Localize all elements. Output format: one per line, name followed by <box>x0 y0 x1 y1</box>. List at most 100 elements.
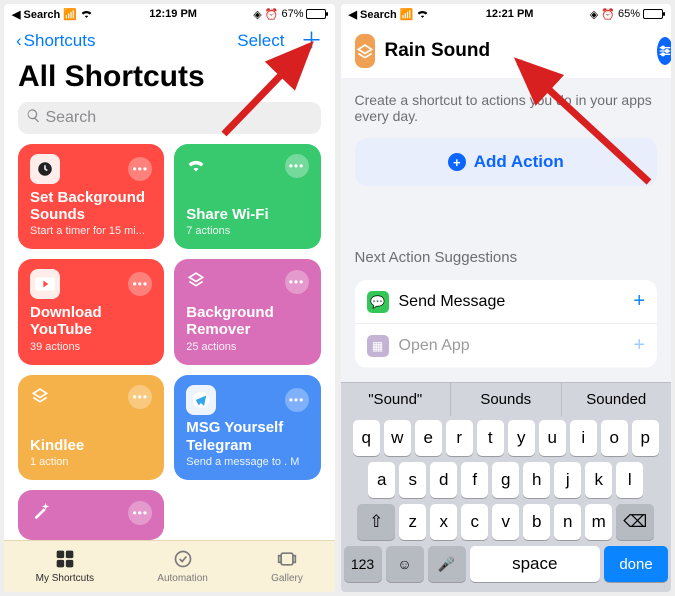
battery-icon <box>643 9 663 19</box>
add-action-label: Add Action <box>474 152 564 172</box>
key-a[interactable]: a <box>368 462 395 498</box>
grid-icon <box>55 549 75 572</box>
key-s[interactable]: s <box>399 462 426 498</box>
suggestions-title: Next Action Suggestions <box>355 249 658 266</box>
tab-label: Gallery <box>271 573 303 584</box>
shortcut-card[interactable]: ••• Share Wi-Fi 7 actions <box>174 144 320 249</box>
tab-my-shortcuts[interactable]: My Shortcuts <box>36 549 94 584</box>
key-o[interactable]: o <box>601 420 628 456</box>
key-b[interactable]: b <box>523 504 550 540</box>
more-icon[interactable]: ••• <box>285 270 309 294</box>
search-input[interactable]: Search <box>18 102 321 134</box>
tab-automation[interactable]: Automation <box>157 549 208 584</box>
key-f[interactable]: f <box>461 462 488 498</box>
add-suggestion-button[interactable]: + <box>633 334 645 357</box>
prediction-item[interactable]: Sounds <box>451 383 562 416</box>
wifi-icon <box>416 8 429 21</box>
key-t[interactable]: t <box>477 420 504 456</box>
key-j[interactable]: j <box>554 462 581 498</box>
shortcut-card[interactable]: ••• MSG Yourself Telegram Send a message… <box>174 375 320 480</box>
shortcut-card[interactable]: ••• Set Background Sounds Start a timer … <box>18 144 164 249</box>
prediction-item[interactable]: "Sound" <box>341 383 452 416</box>
layers-icon <box>30 385 50 410</box>
tab-bar: My Shortcuts Automation Gallery <box>4 540 335 592</box>
key-i[interactable]: i <box>570 420 597 456</box>
back-to-search[interactable]: ◀ Search <box>12 8 60 21</box>
suggestion-label: Open App <box>399 337 470 355</box>
battery-percent: 67% <box>281 8 303 20</box>
add-shortcut-button[interactable]: ＋ <box>300 30 322 52</box>
key-k[interactable]: k <box>585 462 612 498</box>
key-r[interactable]: r <box>446 420 473 456</box>
card-title: Set Background Sounds <box>30 189 152 224</box>
key-123[interactable]: 123 <box>344 546 382 582</box>
key-p[interactable]: p <box>632 420 659 456</box>
battery-percent: 65% <box>618 8 640 20</box>
shortcut-card[interactable]: ••• <box>18 490 164 540</box>
key-m[interactable]: m <box>585 504 612 540</box>
suggestion-row[interactable]: 💬 Send Message + <box>355 280 658 324</box>
mic-key[interactable]: 🎤 <box>428 546 466 582</box>
editor-body: Create a shortcut to actions you do in y… <box>341 78 672 382</box>
wifi-icon <box>80 8 93 21</box>
key-v[interactable]: v <box>492 504 519 540</box>
automation-icon <box>173 549 193 572</box>
key-u[interactable]: u <box>539 420 566 456</box>
keyboard: qwertyuiop asdfghjkl ⇧zxcvbnm⌫ 123☺🎤spac… <box>341 416 672 592</box>
key-e[interactable]: e <box>415 420 442 456</box>
shortcut-name-input[interactable] <box>385 40 647 62</box>
key-x[interactable]: x <box>430 504 457 540</box>
key-h[interactable]: h <box>523 462 550 498</box>
key-y[interactable]: y <box>508 420 535 456</box>
wifi-icon <box>186 156 206 177</box>
suggestion-row[interactable]: ▦ Open App + <box>355 324 658 368</box>
shortcut-icon[interactable] <box>355 34 375 68</box>
chevron-left-icon: ‹ <box>16 31 22 51</box>
layers-icon <box>186 269 206 294</box>
key-space[interactable]: space <box>470 546 601 582</box>
more-icon[interactable]: ••• <box>128 272 152 296</box>
card-title: Background Remover <box>186 304 308 339</box>
card-subtitle: 7 actions <box>186 225 308 237</box>
select-button[interactable]: Select <box>237 31 284 51</box>
tab-gallery[interactable]: Gallery <box>271 549 303 584</box>
card-title: Kindlee <box>30 437 152 454</box>
emoji-key[interactable]: ☺ <box>386 546 424 582</box>
right-screen: ◀ Search 📶 12:21 PM ◈ ⏰ 65% ✕ Create a s… <box>341 4 672 592</box>
youtube-icon <box>30 269 60 299</box>
shortcut-card[interactable]: ••• Download YouTube 39 actions <box>18 259 164 364</box>
tab-label: My Shortcuts <box>36 573 94 584</box>
add-suggestion-button[interactable]: + <box>633 290 645 313</box>
nav-bar: ‹ Shortcuts Select ＋ <box>4 24 335 58</box>
key-c[interactable]: c <box>461 504 488 540</box>
more-icon[interactable]: ••• <box>128 385 152 409</box>
shortcut-card[interactable]: ••• Background Remover 25 actions <box>174 259 320 364</box>
more-icon[interactable]: ••• <box>128 501 152 525</box>
shortcuts-grid: ••• Set Background Sounds Start a timer … <box>4 144 335 540</box>
shift-key[interactable]: ⇧ <box>357 504 395 540</box>
keyboard-predictions: "Sound"SoundsSounded <box>341 382 672 416</box>
key-l[interactable]: l <box>616 462 643 498</box>
signal-icon: 📶 <box>400 8 414 21</box>
key-g[interactable]: g <box>492 462 519 498</box>
key-w[interactable]: w <box>384 420 411 456</box>
back-button[interactable]: ‹ Shortcuts <box>16 31 95 51</box>
settings-button[interactable] <box>657 37 672 65</box>
key-done[interactable]: done <box>604 546 668 582</box>
key-q[interactable]: q <box>353 420 380 456</box>
clock: 12:21 PM <box>486 8 534 20</box>
key-n[interactable]: n <box>554 504 581 540</box>
more-icon[interactable]: ••• <box>285 154 309 178</box>
more-icon[interactable]: ••• <box>128 157 152 181</box>
more-icon[interactable]: ••• <box>285 388 309 412</box>
card-subtitle: Start a timer for 15 mi... <box>30 225 152 237</box>
add-action-button[interactable]: + Add Action <box>355 138 658 186</box>
back-to-search[interactable]: ◀ Search <box>349 8 397 21</box>
alarm-icon: ⏰ <box>601 8 615 21</box>
key-d[interactable]: d <box>430 462 457 498</box>
prediction-item[interactable]: Sounded <box>562 383 672 416</box>
shortcut-card[interactable]: ••• Kindlee 1 action <box>18 375 164 480</box>
card-subtitle: 39 actions <box>30 341 152 353</box>
key-z[interactable]: z <box>399 504 426 540</box>
backspace-key[interactable]: ⌫ <box>616 504 654 540</box>
